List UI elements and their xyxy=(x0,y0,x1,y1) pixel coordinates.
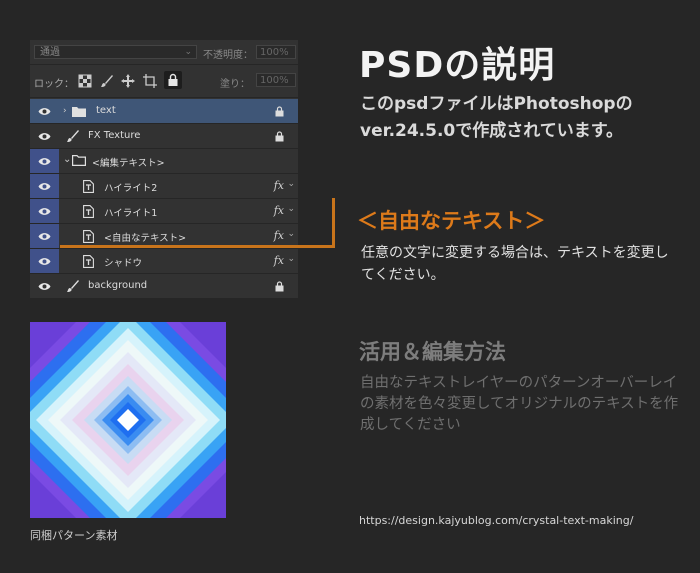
opacity-input[interactable]: 100% xyxy=(256,45,296,59)
text-layer-icon xyxy=(83,205,94,218)
eye-icon xyxy=(38,233,51,240)
layer-name: background xyxy=(88,280,148,291)
artboard-icon[interactable] xyxy=(143,73,157,88)
callout-connector-vertical xyxy=(332,198,335,248)
pattern-preview xyxy=(30,322,226,518)
eye-icon xyxy=(38,108,51,115)
free-text-heading: ＜自由なテキスト＞ xyxy=(357,209,546,233)
fx-icon[interactable]: fx xyxy=(274,204,284,217)
psd-description: このpsdファイルはPhotoshopのver.24.5.0で作成されています。 xyxy=(360,94,633,141)
lock-transparent-pixels-icon[interactable] xyxy=(78,73,92,88)
layer-group-edit-text[interactable]: ⌄ <編集テキスト> xyxy=(30,149,298,174)
layer-name: ハイライト1 xyxy=(104,208,158,219)
page-title: PSDの説明 xyxy=(359,45,556,86)
brush-icon xyxy=(67,280,79,292)
visibility-toggle[interactable] xyxy=(30,274,59,298)
usage-heading: 活用＆編集方法 xyxy=(359,340,506,364)
layer-name: シャドウ xyxy=(104,258,143,269)
layer-highlight-2[interactable]: ハイライト2 fx ⌄ xyxy=(30,174,298,199)
layer-shadow[interactable]: シャドウ fx ⌄ xyxy=(30,249,298,274)
layer-text[interactable]: › text xyxy=(30,99,298,124)
brush-icon xyxy=(67,130,79,142)
blend-mode-select[interactable]: 通過 ⌄ xyxy=(34,45,197,59)
chevron-down-icon[interactable]: ⌄ xyxy=(287,204,295,214)
blend-row: 通過 ⌄ 不透明度： 100% xyxy=(30,40,298,65)
chevron-down-icon[interactable]: ⌄ xyxy=(287,254,295,264)
visibility-toggle[interactable] xyxy=(30,249,59,273)
layer-name: <編集テキスト> xyxy=(92,158,165,169)
text-layer-icon xyxy=(83,255,94,268)
lock-label: ロック： xyxy=(34,79,74,90)
visibility-toggle[interactable] xyxy=(30,199,59,223)
chevron-down-icon[interactable]: ⌄ xyxy=(287,179,295,189)
layers-panel: 通過 ⌄ 不透明度： 100% ロック： 塗り： 100% › text FX … xyxy=(30,40,298,299)
fx-icon[interactable]: fx xyxy=(274,254,284,267)
eye-icon xyxy=(38,183,51,190)
eye-icon xyxy=(38,283,51,290)
chevron-down-icon[interactable]: ⌄ xyxy=(287,229,295,239)
visibility-toggle[interactable] xyxy=(30,224,59,248)
layer-highlight-1[interactable]: ハイライト1 fx ⌄ xyxy=(30,199,298,224)
fill-label: 塗り： xyxy=(220,79,250,90)
folder-open-icon xyxy=(72,155,86,166)
eye-icon xyxy=(38,133,51,140)
chevron-down-icon[interactable]: ⌄ xyxy=(63,154,71,165)
visibility-toggle[interactable] xyxy=(30,174,59,198)
visibility-toggle[interactable] xyxy=(30,124,59,148)
lock-icon xyxy=(275,281,284,292)
layer-name: text xyxy=(96,105,116,116)
eye-icon xyxy=(38,158,51,165)
free-text-description: 任意の文字に変更する場合は、テキストを変更してください。 xyxy=(361,245,669,283)
brush-icon[interactable] xyxy=(100,73,114,87)
folder-icon xyxy=(72,107,86,117)
lock-row: ロック： 塗り： 100% xyxy=(30,65,298,98)
pattern-caption: 同梱パターン素材 xyxy=(30,529,118,542)
opacity-label: 不透明度： xyxy=(203,50,253,61)
fx-icon[interactable]: fx xyxy=(274,179,284,192)
lock-icon xyxy=(275,106,284,117)
layer-name: FX Texture xyxy=(88,130,141,141)
fill-input[interactable]: 100% xyxy=(256,73,296,87)
source-url: https://design.kajyublog.com/crystal-tex… xyxy=(359,514,634,527)
layer-name: <自由なテキスト> xyxy=(104,233,187,244)
lock-icon xyxy=(275,131,284,142)
move-icon[interactable] xyxy=(121,73,135,88)
blend-mode-value: 通過 xyxy=(40,47,60,58)
chevron-right-icon[interactable]: › xyxy=(63,106,67,116)
text-layer-icon xyxy=(83,180,94,193)
layer-background[interactable]: background xyxy=(30,274,298,299)
visibility-toggle[interactable] xyxy=(30,99,59,123)
callout-connector-horizontal xyxy=(60,245,335,248)
layer-name: ハイライト2 xyxy=(104,183,158,194)
text-layer-icon xyxy=(83,230,94,243)
chevron-down-icon: ⌄ xyxy=(184,47,192,57)
eye-icon xyxy=(38,258,51,265)
fx-icon[interactable]: fx xyxy=(274,229,284,242)
visibility-toggle[interactable] xyxy=(30,149,59,173)
lock-all-icon[interactable] xyxy=(164,71,182,89)
eye-icon xyxy=(38,208,51,215)
usage-description: 自由なテキストレイヤーのパターンオーバーレイの素材を色々変更してオリジナルのテキ… xyxy=(360,375,679,433)
layer-fx-texture[interactable]: FX Texture xyxy=(30,124,298,149)
